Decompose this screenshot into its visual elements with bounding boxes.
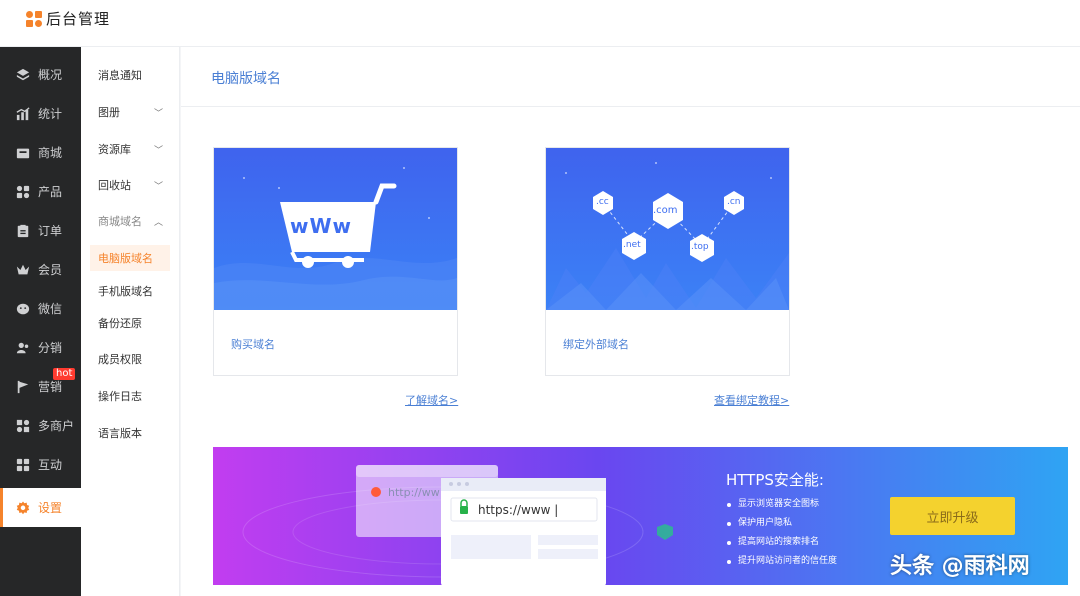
domain-tag-com: .com <box>653 205 678 216</box>
domain-tag-cn: .cn <box>727 197 741 207</box>
feature-item: 提高网站的搜索排名 <box>726 533 837 552</box>
feature-item: 提升网站访问者的信任度 <box>726 552 837 571</box>
domain-tag-cc: .cc <box>596 197 609 207</box>
layers-icon <box>16 68 30 82</box>
chevron-down-icon: ﹀ <box>153 181 163 192</box>
subnav-item-label: 成员权限 <box>98 353 142 366</box>
crown-icon <box>16 263 30 277</box>
subnav-item-label: 商城域名 <box>98 215 142 228</box>
cart-text: wWw <box>290 214 353 238</box>
subnav-item-label: 资源库 <box>98 143 131 156</box>
subnav-item-label: 电脑版域名 <box>98 252 153 265</box>
users-icon <box>16 341 30 355</box>
sidebar-item-label: 统计 <box>38 107 63 121</box>
wechat-icon <box>16 302 30 316</box>
subnav-item-pc-domain[interactable]: 电脑版域名 <box>90 245 170 271</box>
learn-domain-link[interactable]: 了解域名> <box>405 392 458 408</box>
https-url-text: https://www | <box>478 503 559 517</box>
subnav-item-mobile-domain[interactable]: 手机版域名 <box>81 278 180 304</box>
subnav-item-label: 备份还原 <box>98 317 142 330</box>
clipboard-icon <box>16 224 30 238</box>
subnav-item-label: 语言版本 <box>98 427 142 440</box>
store-icon <box>16 146 30 160</box>
subnav-item-backup[interactable]: 备份还原 <box>81 310 180 336</box>
sidebar-item-wechat[interactable]: 微信 <box>0 289 81 328</box>
subnav-item-albums[interactable]: 图册 ﹀ <box>81 99 180 125</box>
cart-illustration: wWw <box>214 148 457 310</box>
chevron-up-icon: ︿ <box>153 217 163 228</box>
main-content: 电脑版域名 wWw 购买域名 了解域名> .cc .com .cn .net .… <box>181 47 1080 596</box>
sidebar-item-settings[interactable]: 设置 <box>0 488 81 527</box>
subnav-item-resources[interactable]: 资源库 ﹀ <box>81 136 180 162</box>
page-title: 电脑版域名 <box>211 71 281 87</box>
top-header: 后台管理 <box>0 0 1080 47</box>
subnav-item-language[interactable]: 语言版本 <box>81 420 180 446</box>
sidebar-item-members[interactable]: 会员 <box>0 250 81 289</box>
sidebar-item-store[interactable]: 商城 <box>0 133 81 172</box>
sidebar-item-overview[interactable]: 概况 <box>0 55 81 94</box>
domain-tag-top: .top <box>691 242 709 252</box>
chart-icon <box>16 106 30 121</box>
app-logo[interactable]: 后台管理 <box>26 8 110 29</box>
sidebar-item-interaction[interactable]: 互动 <box>0 445 81 484</box>
title-divider <box>181 106 1080 107</box>
bind-tutorial-link[interactable]: 查看绑定教程> <box>714 392 789 408</box>
subnav-item-store-domain[interactable]: 商城域名 ︿ <box>81 208 180 234</box>
apps-icon <box>16 458 30 472</box>
domain-network-illustration: .cc .com .cn .net .top <box>546 148 789 310</box>
flag-icon <box>16 380 30 394</box>
sidebar-item-label: 分销 <box>38 341 63 355</box>
chevron-down-icon: ﹀ <box>153 145 163 156</box>
chevron-down-icon: ﹀ <box>153 108 163 119</box>
bind-domain-label: 绑定外部域名 <box>563 338 629 351</box>
sidebar-item-label: 设置 <box>38 501 63 515</box>
subnav-item-label: 手机版域名 <box>98 285 153 298</box>
subnav-item-label: 图册 <box>98 106 120 119</box>
sidebar-item-stats[interactable]: 统计 <box>0 94 81 133</box>
subnav-item-permissions[interactable]: 成员权限 <box>81 346 180 372</box>
logo-icon <box>26 10 42 27</box>
sidebar-item-label: 互动 <box>38 458 63 472</box>
subnav-item-label: 消息通知 <box>98 69 142 82</box>
sidebar-item-label: 微信 <box>38 302 63 316</box>
subnav-item-logs[interactable]: 操作日志 <box>81 383 180 409</box>
bind-domain-card[interactable]: .cc .com .cn .net .top 绑定外部域名 <box>545 147 790 376</box>
sidebar-item-orders[interactable]: 订单 <box>0 211 81 250</box>
grid-icon <box>16 185 30 199</box>
feature-list: 显示浏览器安全图标 保护用户隐私 提高网站的搜索排名 提升网站访问者的信任度 <box>726 495 837 571</box>
buy-domain-label: 购买域名 <box>231 338 275 351</box>
secondary-sidebar: 消息通知 图册 ﹀ 资源库 ﹀ 回收站 ﹀ 商城域名 ︿ 电脑版域名 手机版域名 备份还… <box>81 47 180 596</box>
banner-title: HTTPS安全能: <box>726 471 824 489</box>
buy-domain-card[interactable]: wWw 购买域名 <box>213 147 458 376</box>
sidebar-item-marketing[interactable]: 营销 <box>0 367 81 406</box>
watermark: 头条 @雨科网 <box>890 554 1030 579</box>
http-url-text: http://ww <box>388 486 440 499</box>
subnav-item-label: 回收站 <box>98 179 131 192</box>
subnav-item-label: 操作日志 <box>98 390 142 403</box>
subnav-item-recycle-bin[interactable]: 回收站 ﹀ <box>81 172 180 198</box>
sidebar-item-label: 商城 <box>38 146 63 160</box>
domain-tag-net: .net <box>623 240 641 250</box>
shop-icon <box>16 419 30 433</box>
feature-item: 保护用户隐私 <box>726 514 837 533</box>
primary-sidebar: 概况 统计 商城 产品 订单 会员 微信 分销 hot 营销 多商户 互动 设置 <box>0 47 81 596</box>
sidebar-item-label: 产品 <box>38 185 63 199</box>
sidebar-item-products[interactable]: 产品 <box>0 172 81 211</box>
sidebar-item-multi-merchant[interactable]: 多商户 <box>0 406 81 445</box>
sidebar-item-label: 会员 <box>38 263 63 277</box>
sidebar-item-label: 营销 <box>38 380 63 394</box>
upgrade-button[interactable]: 立即升级 <box>890 497 1015 535</box>
sidebar-item-distribution[interactable]: 分销 <box>0 328 81 367</box>
sidebar-item-label: 订单 <box>38 224 63 238</box>
gear-icon <box>16 500 30 515</box>
app-title: 后台管理 <box>46 10 111 28</box>
feature-item: 显示浏览器安全图标 <box>726 495 837 514</box>
sidebar-item-label: 概况 <box>38 68 63 82</box>
sidebar-item-label: 多商户 <box>38 419 75 433</box>
subnav-item-notifications[interactable]: 消息通知 <box>81 62 180 88</box>
